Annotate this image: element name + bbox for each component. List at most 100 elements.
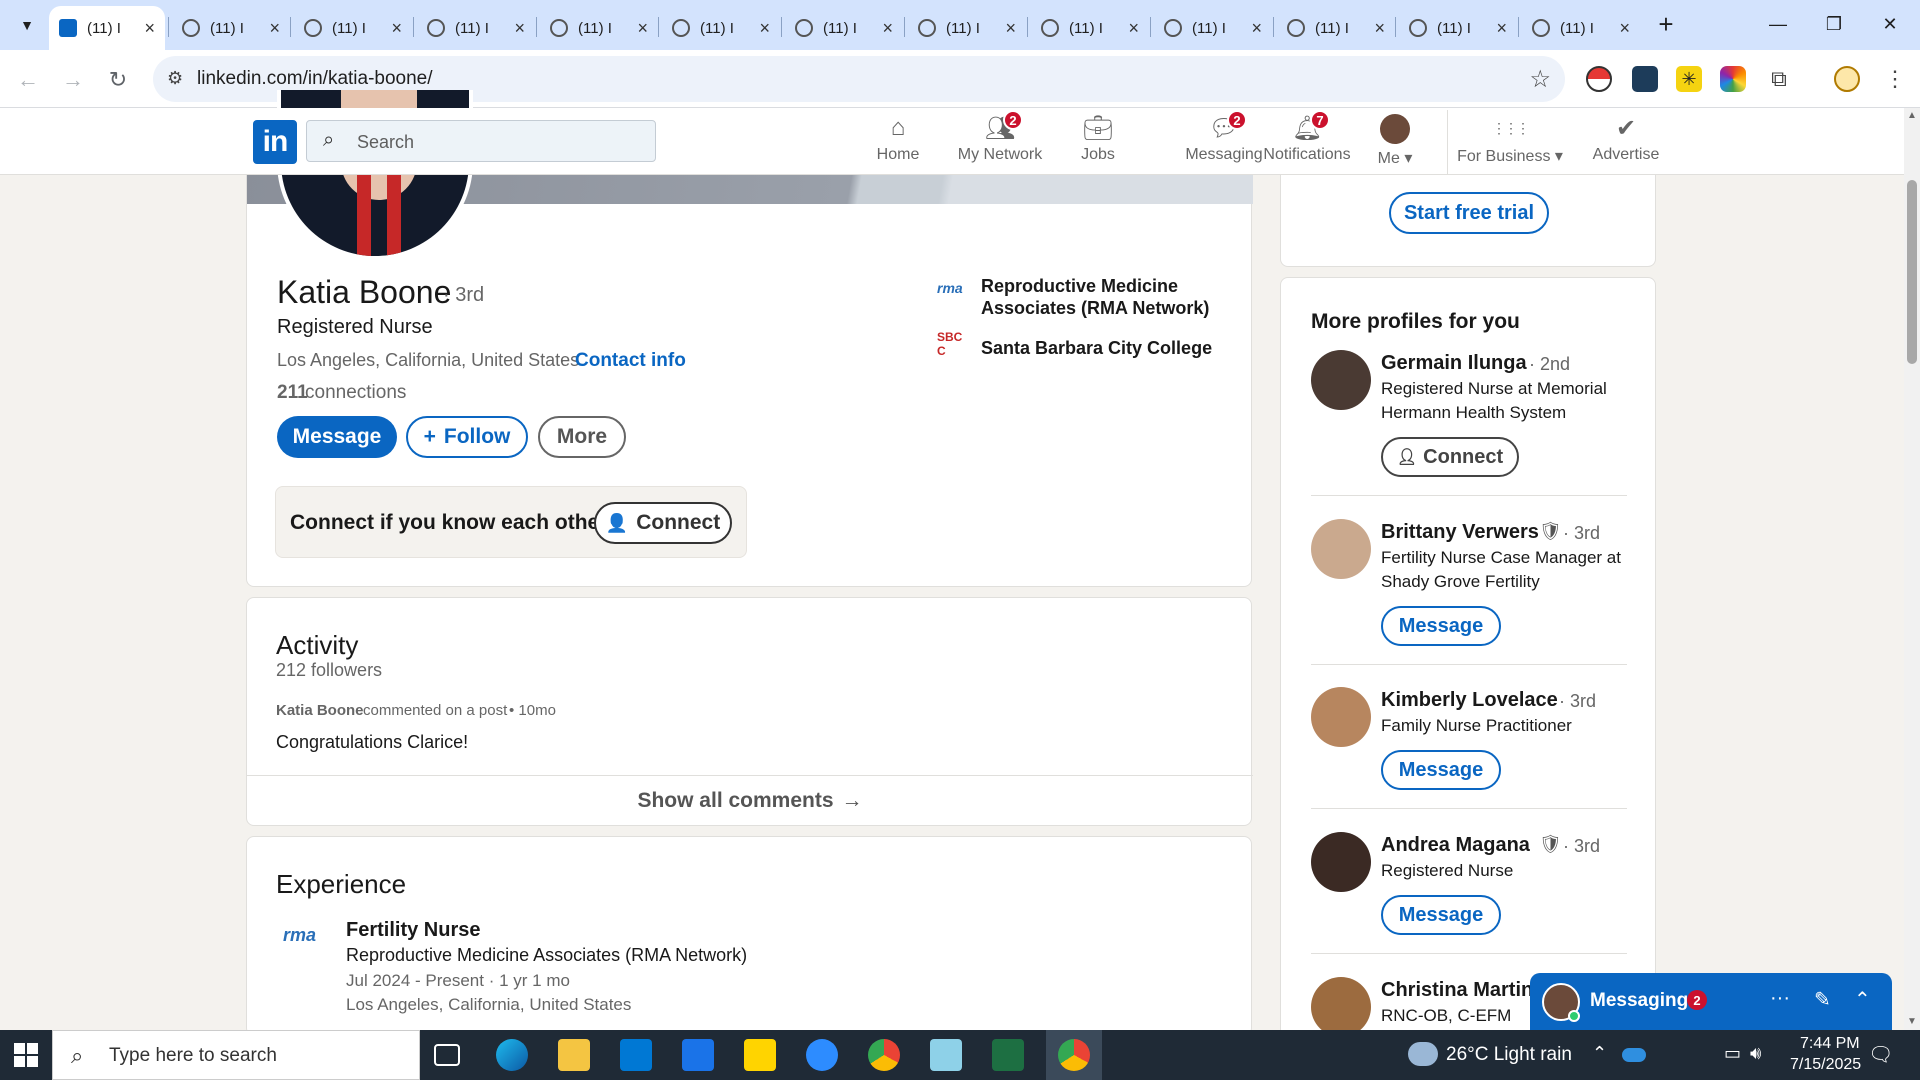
- profile-avatar[interactable]: [1311, 350, 1371, 410]
- zoom-icon[interactable]: [806, 1039, 838, 1071]
- chevron-up-icon[interactable]: ⌃: [1854, 987, 1871, 1012]
- tab-close-icon[interactable]: ×: [759, 18, 770, 39]
- chrome-menu-icon[interactable]: ⋮: [1882, 66, 1908, 92]
- notification-center-icon[interactable]: 🗨︎: [1868, 1042, 1893, 1067]
- tab[interactable]: (11) I ×: [1031, 6, 1149, 50]
- experience-company-logo[interactable]: rma: [283, 925, 331, 965]
- profile-avatar[interactable]: [1311, 977, 1371, 1036]
- excel-icon[interactable]: [992, 1039, 1024, 1071]
- nav-jobs[interactable]: 💼︎ Jobs: [1058, 114, 1138, 172]
- tray-chevron-icon[interactable]: ⌃: [1592, 1043, 1607, 1064]
- star-extension-icon[interactable]: ✳: [1676, 66, 1702, 92]
- scroll-down-icon[interactable]: ▼: [1907, 1016, 1917, 1027]
- activity-author[interactable]: Katia Boone: [276, 702, 364, 719]
- pokeball-extension-icon[interactable]: [1586, 66, 1612, 92]
- scrollbar-thumb[interactable]: [1907, 180, 1917, 364]
- profile-name[interactable]: Brittany Verwers: [1381, 521, 1539, 544]
- connections-label[interactable]: connections: [305, 382, 406, 404]
- new-tab-button[interactable]: +: [1650, 8, 1682, 40]
- page-scrollbar[interactable]: ▲ ▼: [1904, 108, 1920, 1030]
- linkedin-logo[interactable]: in: [253, 120, 297, 164]
- nav-notifications[interactable]: 🔔︎ 7 Notifications: [1252, 110, 1362, 172]
- start-free-trial-button[interactable]: Start free trial: [1389, 192, 1549, 234]
- contact-info-link[interactable]: Contact info: [575, 350, 686, 372]
- tab[interactable]: (11) I ×: [294, 6, 412, 50]
- tab-close-icon[interactable]: ×: [1128, 18, 1139, 39]
- tab-close-icon[interactable]: ×: [1251, 18, 1262, 39]
- tab-close-icon[interactable]: ×: [144, 18, 155, 39]
- profile-icon[interactable]: [1834, 66, 1860, 92]
- profile-avatar[interactable]: [1311, 832, 1371, 892]
- show-all-comments-button[interactable]: Show all comments →: [247, 776, 1253, 826]
- message-button[interactable]: Message: [277, 416, 397, 458]
- profile-name[interactable]: Christina Martine: [1381, 979, 1544, 1002]
- message-button[interactable]: Message: [1381, 606, 1501, 646]
- more-button[interactable]: More: [538, 416, 626, 458]
- tab-close-icon[interactable]: ×: [637, 18, 648, 39]
- restore-button[interactable]: ❐: [1806, 0, 1862, 48]
- messaging-overlay-bar[interactable]: Messaging 2 ··· ✎ ⌃: [1530, 973, 1892, 1030]
- org-rma-name-line1[interactable]: Reproductive Medicine: [981, 276, 1178, 297]
- profile-name[interactable]: Germain Ilunga: [1381, 352, 1527, 375]
- tab[interactable]: (11) I ×: [172, 6, 290, 50]
- tab-close-icon[interactable]: ×: [391, 18, 402, 39]
- tab[interactable]: (11) I ×: [540, 6, 658, 50]
- sticky-notes-icon[interactable]: [744, 1039, 776, 1071]
- profile-avatar[interactable]: [1311, 687, 1371, 747]
- tab-close-icon[interactable]: ×: [1619, 18, 1630, 39]
- tab-close-icon[interactable]: ×: [1496, 18, 1507, 39]
- back-button[interactable]: ←: [10, 62, 46, 98]
- scroll-up-icon[interactable]: ▲: [1907, 110, 1917, 121]
- tab[interactable]: (11) I ×: [908, 6, 1026, 50]
- mail-icon[interactable]: [682, 1039, 714, 1071]
- forward-button[interactable]: →: [55, 62, 91, 98]
- volume-icon[interactable]: 🔊︎: [1750, 1043, 1761, 1064]
- clapper-extension-icon[interactable]: [1632, 66, 1658, 92]
- start-button[interactable]: [14, 1043, 38, 1067]
- weather-text[interactable]: 26°C Light rain: [1446, 1044, 1572, 1066]
- network-icon[interactable]: ▭: [1724, 1043, 1741, 1064]
- bookmark-star-icon[interactable]: ☆: [1529, 65, 1551, 94]
- tab[interactable]: (11) I ×: [1399, 6, 1517, 50]
- tab[interactable]: (11) I ×: [662, 6, 780, 50]
- onedrive-icon[interactable]: [1622, 1048, 1646, 1062]
- store-icon[interactable]: [620, 1039, 652, 1071]
- tab[interactable]: (11) I ×: [785, 6, 903, 50]
- tab-close-icon[interactable]: ×: [882, 18, 893, 39]
- nav-for-business[interactable]: ⋮⋮⋮ For Business ▾: [1455, 114, 1565, 172]
- file-explorer-icon[interactable]: [558, 1039, 590, 1071]
- connect-button[interactable]: 👤 Connect: [594, 502, 732, 544]
- edge-icon[interactable]: [496, 1039, 528, 1071]
- tab[interactable]: (11) I ×: [1277, 6, 1395, 50]
- minimize-button[interactable]: —: [1750, 0, 1806, 48]
- profile-name[interactable]: Kimberly Lovelace: [1381, 689, 1558, 712]
- tab-active[interactable]: (11) I ×: [49, 6, 165, 50]
- profile-name[interactable]: Andrea Magana: [1381, 834, 1530, 857]
- message-button[interactable]: Message: [1381, 895, 1501, 935]
- tab[interactable]: (11) I ×: [1522, 6, 1640, 50]
- notepad-icon[interactable]: [930, 1039, 962, 1071]
- experience-company[interactable]: Reproductive Medicine Associates (RMA Ne…: [346, 945, 747, 966]
- org-sbcc-name[interactable]: Santa Barbara City College: [981, 338, 1212, 359]
- site-info-icon[interactable]: ⚙: [167, 68, 183, 89]
- tab[interactable]: (11) I ×: [1154, 6, 1272, 50]
- tab[interactable]: (11) I ×: [417, 6, 535, 50]
- nav-me[interactable]: Me ▾: [1360, 114, 1430, 172]
- nav-my-network[interactable]: 👥︎ 2 My Network: [950, 110, 1050, 172]
- clock-date[interactable]: 7/15/2025: [1790, 1056, 1861, 1074]
- profile-avatar[interactable]: [1311, 519, 1371, 579]
- follow-button[interactable]: + Follow: [406, 416, 528, 458]
- connect-button[interactable]: 👤︎ Connect: [1381, 437, 1519, 477]
- taskbar-search-input[interactable]: ⌕ Type here to search: [52, 1030, 420, 1080]
- chrome-active-icon-bg[interactable]: [1046, 1030, 1102, 1080]
- tab-close-icon[interactable]: ×: [269, 18, 280, 39]
- tab-close-icon[interactable]: ×: [514, 18, 525, 39]
- more-options-icon[interactable]: ···: [1770, 987, 1790, 1010]
- extensions-puzzle-icon[interactable]: ⧉: [1766, 66, 1792, 92]
- nav-advertise[interactable]: ✔ Advertise: [1578, 114, 1674, 172]
- color-extension-icon[interactable]: [1720, 66, 1746, 92]
- connections-count[interactable]: 211: [277, 382, 308, 404]
- task-view-icon[interactable]: [434, 1044, 460, 1066]
- message-button[interactable]: Message: [1381, 750, 1501, 790]
- close-window-button[interactable]: ✕: [1862, 0, 1918, 48]
